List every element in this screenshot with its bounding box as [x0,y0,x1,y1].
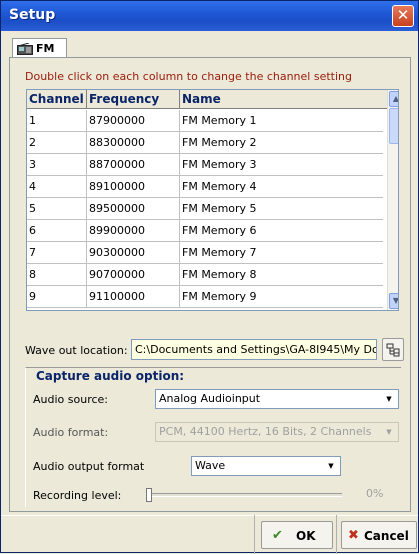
scroll-down-button[interactable]: ▼ [389,293,399,309]
cell-frequency[interactable]: 87900000 [87,110,180,131]
table-row[interactable]: 9 91100000 FM Memory 9 [27,286,383,308]
chevron-up-icon: ▲ [392,94,399,103]
audio-format-select: PCM, 44100 Hertz, 16 Bits, 2 Channels ▼ [155,422,399,442]
audio-source-label: Audio source: [33,393,108,406]
tab-label: FM [36,42,55,55]
column-header-name[interactable]: Name [180,90,388,109]
button-divider [254,515,255,554]
table-row[interactable]: 5 89500000 FM Memory 5 [27,198,383,220]
tab-fm[interactable]: FM [12,38,67,58]
cell-name[interactable]: FM Memory 1 [180,110,383,131]
audio-format-value: PCM, 44100 Hertz, 16 Bits, 2 Channels [159,425,372,438]
table-row[interactable]: 6 89900000 FM Memory 6 [27,220,383,242]
close-icon: ✕ [396,6,410,24]
chevron-down-icon: ▼ [392,296,399,305]
cell-name[interactable]: FM Memory 7 [180,242,383,263]
instruction-text: Double click on each column to change th… [25,70,352,83]
cancel-x-icon: ✖ [348,528,359,543]
ok-button[interactable]: ✔ OK [261,521,333,549]
capture-audio-title: Capture audio option: [36,369,185,383]
cell-name[interactable]: FM Memory 3 [180,154,383,175]
cell-channel[interactable]: 2 [27,132,87,153]
audio-source-value: Analog Audioinput [159,392,261,405]
checkmark-icon: ✔ [272,528,283,543]
column-header-channel[interactable]: Channel [27,90,87,109]
folder-browse-icon [386,343,400,357]
cell-name[interactable]: FM Memory 9 [180,286,383,307]
recording-level-slider[interactable] [146,493,342,497]
cell-name[interactable]: FM Memory 2 [180,132,383,153]
dropdown-arrow-icon: ▼ [386,428,392,436]
radio-icon [17,43,33,55]
table-row[interactable]: 1 87900000 FM Memory 1 [27,110,383,132]
audio-output-format-value: Wave [195,459,226,472]
browse-button[interactable] [382,338,404,361]
ok-label: OK [296,529,316,543]
table-row[interactable]: 4 89100000 FM Memory 4 [27,176,383,198]
audio-format-label: Audio format: [33,426,109,439]
cell-frequency[interactable]: 88700000 [87,154,180,175]
channel-table: Channel Frequency Name 1 87900000 FM Memor… [26,89,399,311]
recording-level-percent: 0% [366,487,384,500]
setup-dialog: Setup ✕ FM Double click on each column t… [0,0,419,554]
scroll-up-button[interactable]: ▲ [389,91,399,107]
recording-level-thumb[interactable] [146,488,152,502]
cell-name[interactable]: FM Memory 8 [180,264,383,285]
dropdown-arrow-icon: ▼ [386,395,392,403]
cell-name[interactable]: FM Memory 6 [180,220,383,241]
recording-level-label: Recording level: [33,489,122,502]
cell-frequency[interactable]: 89500000 [87,198,180,219]
cell-channel[interactable]: 1 [27,110,87,131]
cancel-button[interactable]: ✖ Cancel [341,521,417,549]
cell-frequency[interactable]: 90700000 [87,264,180,285]
table-header: Channel Frequency Name [27,90,388,109]
wave-out-label: Wave out location: [25,344,128,357]
cell-channel[interactable]: 5 [27,198,87,219]
dropdown-arrow-icon: ▼ [328,462,334,470]
title-bar[interactable]: Setup ✕ [1,1,418,31]
cell-frequency[interactable]: 91100000 [87,286,180,307]
cell-channel[interactable]: 8 [27,264,87,285]
cell-frequency[interactable]: 90300000 [87,242,180,263]
audio-source-select[interactable]: Analog Audioinput ▼ [155,389,399,409]
table-scrollbar[interactable]: ▲ ▼ [387,90,399,310]
cancel-label: Cancel [364,529,409,543]
wave-out-path-field[interactable]: C:\Documents and Settings\GA-8I945\My Do… [131,339,377,360]
table-row[interactable]: 3 88700000 FM Memory 3 [27,154,383,176]
table-row[interactable]: 8 90700000 FM Memory 8 [27,264,383,286]
table-row[interactable]: 7 90300000 FM Memory 7 [27,242,383,264]
column-header-frequency[interactable]: Frequency [87,90,180,109]
cell-channel[interactable]: 7 [27,242,87,263]
cell-name[interactable]: FM Memory 4 [180,176,383,197]
close-button[interactable]: ✕ [392,5,414,27]
cell-channel[interactable]: 6 [27,220,87,241]
audio-output-format-label: Audio output format [33,460,145,473]
window-title: Setup [9,7,56,23]
button-divider [336,515,337,554]
cell-channel[interactable]: 3 [27,154,87,175]
table-row[interactable]: 2 88300000 FM Memory 2 [27,132,383,154]
cell-channel[interactable]: 9 [27,286,87,307]
cell-frequency[interactable]: 88300000 [87,132,180,153]
scroll-thumb[interactable] [389,108,398,144]
cell-channel[interactable]: 4 [27,176,87,197]
audio-output-format-select[interactable]: Wave ▼ [191,456,341,476]
cell-frequency[interactable]: 89100000 [87,176,180,197]
cell-frequency[interactable]: 89900000 [87,220,180,241]
footer-divider [1,515,418,516]
cell-name[interactable]: FM Memory 5 [180,198,383,219]
